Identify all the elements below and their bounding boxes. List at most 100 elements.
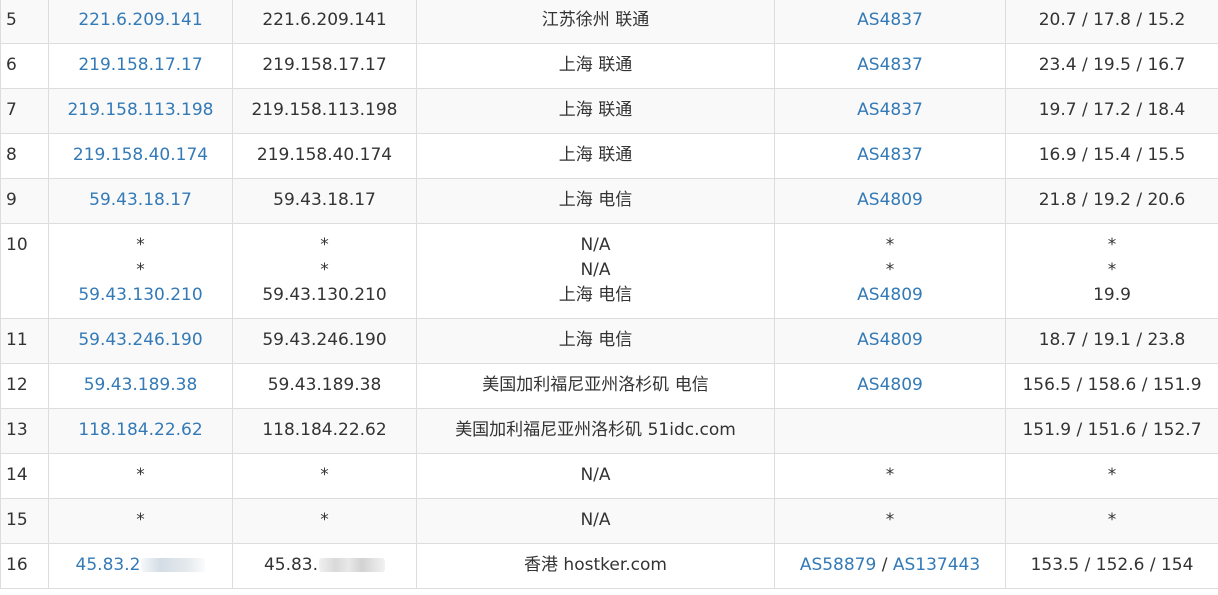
ip-link[interactable]: 59.43.130.210 xyxy=(78,285,202,305)
asn-cell: AS4837 xyxy=(774,133,1006,179)
ip-plain: 219.158.40.174 xyxy=(232,133,417,179)
asn-star: * xyxy=(774,498,1006,544)
rtt: * xyxy=(1107,260,1117,280)
hop-number: 8 xyxy=(0,133,49,179)
ip-link[interactable]: 219.158.40.174 xyxy=(73,145,208,165)
hop-number: 15 xyxy=(0,498,49,544)
asn-link[interactable]: AS4837 xyxy=(857,10,923,30)
traceroute-table: 5 221.6.209.141 221.6.209.141 江苏徐州 联通 AS… xyxy=(0,0,1218,589)
ip-link[interactable]: 59.43.246.190 xyxy=(78,330,202,350)
ip-star: * xyxy=(320,260,329,280)
ip-star: * xyxy=(48,453,233,499)
ip-link[interactable]: 219.158.17.17 xyxy=(78,55,202,75)
table-row: 13 118.184.22.62 118.184.22.62 美国加利福尼亚州洛… xyxy=(0,408,1218,454)
location: 上海 联通 xyxy=(416,133,775,179)
location: 上海 联通 xyxy=(416,88,775,134)
rtt: 156.5 / 158.6 / 151.9 xyxy=(1005,363,1218,409)
asn-link[interactable]: AS4837 xyxy=(857,55,923,75)
ip-star: * xyxy=(232,498,417,544)
hop-number: 13 xyxy=(0,408,49,454)
asn-link[interactable]: AS4809 xyxy=(857,375,923,395)
table-row: 11 59.43.246.190 59.43.246.190 上海 电信 AS4… xyxy=(0,318,1218,364)
asn-cell: AS4809 xyxy=(774,178,1006,224)
asn-link[interactable]: AS58879 xyxy=(800,555,877,575)
asn-cell: AS4809 xyxy=(774,363,1006,409)
asn-cell: * * AS4809 xyxy=(774,223,1006,319)
location: N/A xyxy=(416,498,775,544)
ip-cell: 45.83.2 xyxy=(48,543,233,589)
location: 上海 电信 xyxy=(558,285,633,305)
location: 江苏徐州 联通 xyxy=(416,0,775,44)
asn-link[interactable]: AS4809 xyxy=(857,190,923,210)
asn-cell: AS4837 xyxy=(774,88,1006,134)
rtt: 16.9 / 15.4 / 15.5 xyxy=(1005,133,1218,179)
ip-cell: 59.43.189.38 xyxy=(48,363,233,409)
asn-cell: AS4809 xyxy=(774,318,1006,364)
location: 上海 电信 xyxy=(416,178,775,224)
table-row: 12 59.43.189.38 59.43.189.38 美国加利福尼亚州洛杉矶… xyxy=(0,363,1218,409)
table-row: 7 219.158.113.198 219.158.113.198 上海 联通 … xyxy=(0,88,1218,134)
asn-link[interactable]: AS4837 xyxy=(857,145,923,165)
ip-link[interactable]: 59.43.18.17 xyxy=(89,190,192,210)
ip-plain: 219.158.113.198 xyxy=(232,88,417,134)
asn-cell xyxy=(774,408,1006,454)
redaction-blur xyxy=(141,558,206,572)
asn-link[interactable]: AS4837 xyxy=(857,100,923,120)
rtt: 23.4 / 19.5 / 16.7 xyxy=(1005,43,1218,89)
asn-star: * xyxy=(885,260,895,280)
hop-number: 14 xyxy=(0,453,49,499)
rtt-cell: * * 19.9 xyxy=(1005,223,1218,319)
asn-link[interactable]: AS137443 xyxy=(893,555,980,575)
hop-number: 16 xyxy=(0,543,49,589)
hop-number: 6 xyxy=(0,43,49,89)
asn-star: * xyxy=(774,453,1006,499)
table-row: 14 * * N/A * * xyxy=(0,453,1218,499)
ip-link[interactable]: 59.43.189.38 xyxy=(84,375,198,395)
ip-link[interactable]: 219.158.113.198 xyxy=(67,100,213,120)
hop-number: 7 xyxy=(0,88,49,134)
asn-link[interactable]: AS4809 xyxy=(857,285,923,305)
asn-cell: AS58879 / AS137443 xyxy=(774,543,1006,589)
ip-star: * xyxy=(232,453,417,499)
ip-plain-cell: 45.83. xyxy=(232,543,417,589)
ip-plain: 59.43.246.190 xyxy=(232,318,417,364)
ip-link[interactable]: 45.83.2 xyxy=(76,555,206,575)
ip-plain: 59.43.189.38 xyxy=(232,363,417,409)
table-row: 9 59.43.18.17 59.43.18.17 上海 电信 AS4809 2… xyxy=(0,178,1218,224)
ip-cell: 219.158.40.174 xyxy=(48,133,233,179)
rtt: * xyxy=(1005,453,1218,499)
location: 美国加利福尼亚州洛杉矶 51idc.com xyxy=(416,408,775,454)
ip-plain: 45.83. xyxy=(263,555,319,575)
ip-link[interactable]: 118.184.22.62 xyxy=(78,420,202,440)
location: N/A xyxy=(580,235,611,255)
table-row: 15 * * N/A * * xyxy=(0,498,1218,544)
ip-plain: 221.6.209.141 xyxy=(232,0,417,44)
ip-plain: 219.158.17.17 xyxy=(232,43,417,89)
location: 上海 电信 xyxy=(416,318,775,364)
ip-star: * xyxy=(48,498,233,544)
rtt: 19.9 xyxy=(1093,285,1131,305)
ip-star: * xyxy=(136,260,145,280)
ip-cell: * * 59.43.130.210 xyxy=(48,223,233,319)
table-row: 8 219.158.40.174 219.158.40.174 上海 联通 AS… xyxy=(0,133,1218,179)
ip-cell: 59.43.18.17 xyxy=(48,178,233,224)
ip-star: * xyxy=(320,235,329,255)
rtt: 151.9 / 151.6 / 152.7 xyxy=(1005,408,1218,454)
ip-cell: 221.6.209.141 xyxy=(48,0,233,44)
redaction-blur xyxy=(319,558,386,572)
asn-separator: / xyxy=(881,555,888,575)
table-row: 10 * * 59.43.130.210 * * 59.43.130.210 N… xyxy=(0,223,1218,319)
ip-link[interactable]: 221.6.209.141 xyxy=(78,10,202,30)
hop-number: 12 xyxy=(0,363,49,409)
asn-cell: AS4837 xyxy=(774,43,1006,89)
ip-plain: 118.184.22.62 xyxy=(232,408,417,454)
table-row: 5 221.6.209.141 221.6.209.141 江苏徐州 联通 AS… xyxy=(0,0,1218,44)
ip-star: * xyxy=(136,235,145,255)
rtt: * xyxy=(1107,235,1117,255)
rtt: 20.7 / 17.8 / 15.2 xyxy=(1005,0,1218,44)
hop-number: 9 xyxy=(0,178,49,224)
asn-cell: AS4837 xyxy=(774,0,1006,44)
ip-plain: 59.43.130.210 xyxy=(262,285,387,305)
asn-link[interactable]: AS4809 xyxy=(857,330,923,350)
rtt: 21.8 / 19.2 / 20.6 xyxy=(1005,178,1218,224)
